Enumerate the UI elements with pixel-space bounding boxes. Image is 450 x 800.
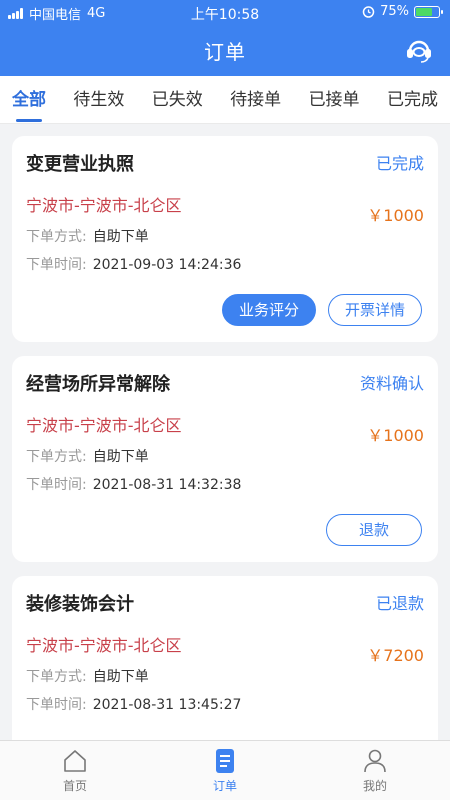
tab-pending-accept[interactable]: 待接单 <box>230 76 281 124</box>
invoice-details-button[interactable]: 开票详情 <box>327 294 422 326</box>
tab-pending-effect[interactable]: 待生效 <box>73 76 124 124</box>
nav-home[interactable]: 首页 <box>0 741 150 800</box>
bottom-nav: 首页 订单 我的 <box>0 740 450 800</box>
order-list: 变更营业执照 已完成 宁波市-宁波市-北仑区 ￥1000 下单方式: 自助下单 下… <box>12 136 438 796</box>
status-right: 75% <box>362 4 443 19</box>
battery-icon <box>414 5 443 18</box>
order-time-label: 下单时间: <box>26 697 87 713</box>
status-bar: 中国电信 4G 上午10:58 75% <box>0 0 450 24</box>
order-price: ￥1000 <box>367 206 424 225</box>
order-method-label: 下单方式: <box>26 449 87 465</box>
order-actions: 退款 <box>326 514 422 546</box>
order-time-row: 下单时间: 2021-08-31 14:32:38 <box>26 474 241 494</box>
order-method-row: 下单方式: 自助下单 <box>26 226 149 246</box>
nav-orders-label: 订单 <box>212 779 237 793</box>
order-name: 变更营业执照 <box>26 154 134 175</box>
tab-expired[interactable]: 已失效 <box>152 76 203 124</box>
tab-completed[interactable]: 已完成 <box>387 76 438 124</box>
tab-all[interactable]: 全部 <box>12 76 46 124</box>
home-icon <box>64 750 86 772</box>
order-method: 自助下单 <box>92 229 149 245</box>
refund-button[interactable]: 退款 <box>326 514 422 546</box>
order-time-row: 下单时间: 2021-08-31 13:45:27 <box>26 694 241 714</box>
nav-home-label: 首页 <box>62 779 87 793</box>
order-status: 已退款 <box>375 594 424 613</box>
order-card[interactable]: 变更营业执照 已完成 宁波市-宁波市-北仑区 ￥1000 下单方式: 自助下单 下… <box>12 136 438 342</box>
order-card[interactable]: 经营场所异常解除 资料确认 宁波市-宁波市-北仑区 ￥1000 下单方式: 自助下… <box>12 356 438 562</box>
order-time-label: 下单时间: <box>26 257 87 273</box>
order-time: 2021-08-31 14:32:38 <box>92 477 242 493</box>
order-method-label: 下单方式: <box>26 229 87 245</box>
order-method: 自助下单 <box>92 449 149 465</box>
alarm-icon <box>362 6 375 18</box>
nav-orders[interactable]: 订单 <box>150 741 300 800</box>
order-method-row: 下单方式: 自助下单 <box>26 446 149 466</box>
order-region: 宁波市-宁波市-北仑区 <box>26 636 182 655</box>
order-name: 经营场所异常解除 <box>26 374 170 395</box>
order-icon <box>216 749 234 773</box>
app-header: 中国电信 4G 上午10:58 75% 订单 <box>0 0 450 76</box>
order-region: 宁波市-宁波市-北仑区 <box>26 416 182 435</box>
nav-profile-label: 我的 <box>362 779 387 793</box>
page-title: 订单 <box>204 40 246 64</box>
tab-accepted[interactable]: 已接单 <box>309 76 360 124</box>
order-actions: 业务评分 开票详情 <box>221 294 422 326</box>
rate-service-button[interactable]: 业务评分 <box>221 294 316 326</box>
order-status: 已完成 <box>375 154 424 173</box>
user-icon <box>364 749 386 773</box>
nav-profile[interactable]: 我的 <box>300 741 450 800</box>
battery-percent: 75% <box>380 4 409 19</box>
order-time: 2021-09-03 14:24:36 <box>92 257 242 273</box>
order-time: 2021-08-31 13:45:27 <box>92 697 242 713</box>
order-method: 自助下单 <box>92 669 149 685</box>
order-price: ￥1000 <box>367 426 424 445</box>
order-region: 宁波市-宁波市-北仑区 <box>26 196 182 215</box>
order-method-row: 下单方式: 自助下单 <box>26 666 149 686</box>
order-tabs: 全部 待生效 已失效 待接单 已接单 已完成 <box>0 76 450 124</box>
order-time-label: 下单时间: <box>26 477 87 493</box>
headset-icon[interactable] <box>404 36 434 64</box>
order-method-label: 下单方式: <box>26 669 87 685</box>
battery-fill <box>416 7 432 16</box>
order-name: 装修装饰会计 <box>26 594 134 615</box>
order-status: 资料确认 <box>359 374 424 393</box>
order-time-row: 下单时间: 2021-09-03 14:24:36 <box>26 254 241 274</box>
order-price: ￥7200 <box>367 646 424 665</box>
